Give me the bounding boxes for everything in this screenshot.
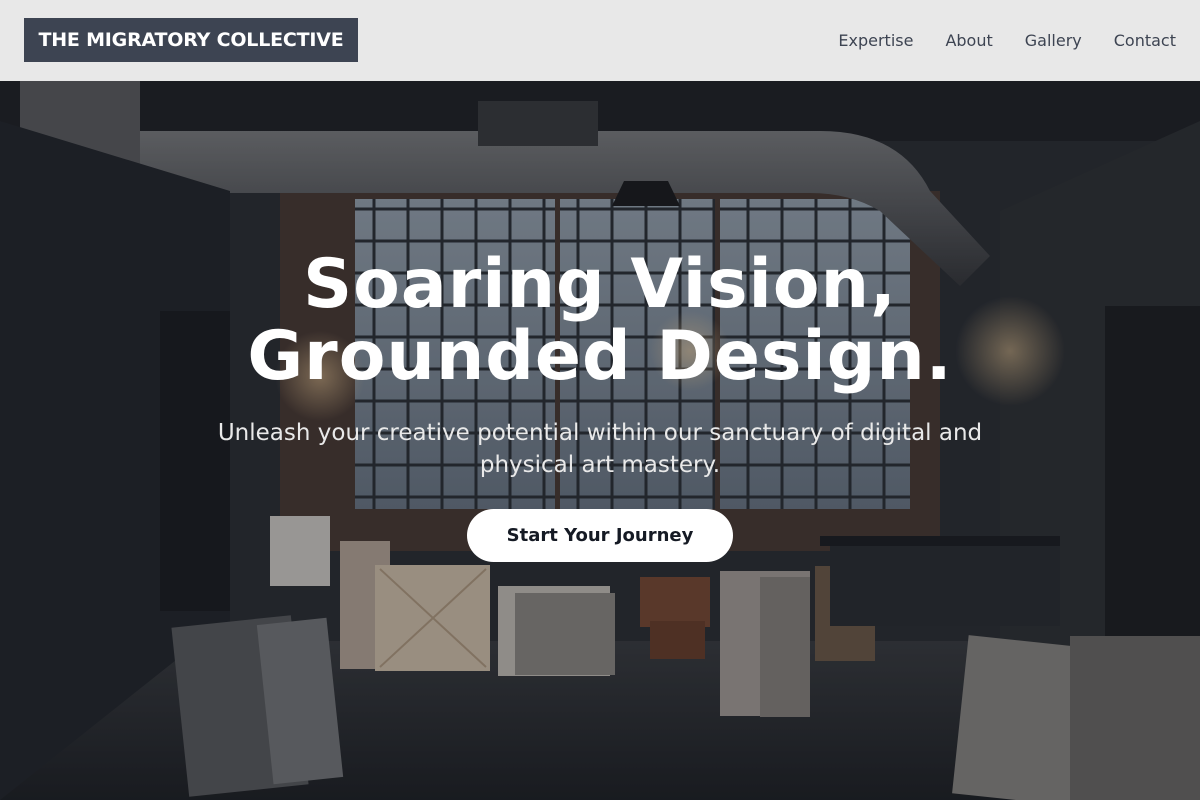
nav-link-expertise[interactable]: Expertise [838, 31, 913, 50]
start-journey-button[interactable]: Start Your Journey [467, 509, 733, 562]
brand-logo[interactable]: THE MIGRATORY COLLECTIVE [24, 18, 358, 62]
nav-link-gallery[interactable]: Gallery [1025, 31, 1082, 50]
nav-link-contact[interactable]: Contact [1114, 31, 1176, 50]
hero-content: Soaring Vision, Grounded Design. Unleash… [0, 81, 1200, 800]
hero-subtitle: Unleash your creative potential within o… [217, 420, 983, 478]
nav-link-about[interactable]: About [945, 31, 992, 50]
site-header: THE MIGRATORY COLLECTIVE Expertise About… [0, 0, 1200, 81]
main-nav: Expertise About Gallery Contact [838, 0, 1176, 81]
hero-headline: Soaring Vision, Grounded Design. [100, 249, 1100, 393]
hero-headline-line-1: Soaring Vision, [303, 245, 897, 324]
hero-headline-line-2: Grounded Design. [247, 317, 953, 396]
hero-section: Soaring Vision, Grounded Design. Unleash… [0, 81, 1200, 800]
